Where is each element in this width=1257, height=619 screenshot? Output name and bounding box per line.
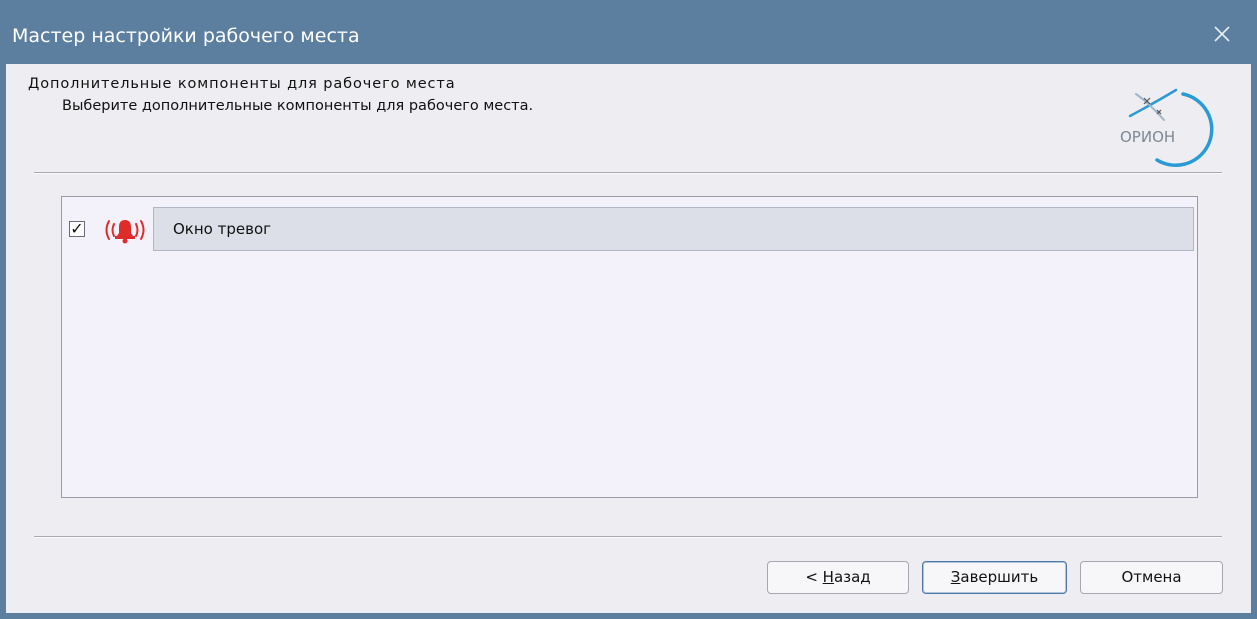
title-bar[interactable]: Мастер настройки рабочего места <box>0 0 1257 70</box>
orion-logo: ОРИОН <box>1120 88 1214 168</box>
wizard-window: Мастер настройки рабочего места Дополнит… <box>0 0 1257 619</box>
cancel-button[interactable]: Отмена <box>1080 561 1223 594</box>
components-list[interactable]: ✓ Окно тревог <box>61 196 1198 498</box>
list-item-label: Окно тревог <box>173 220 272 238</box>
alarm-bell-icon <box>105 220 145 244</box>
window-title: Мастер настройки рабочего места <box>12 25 360 47</box>
checkmark: ✓ <box>70 219 84 238</box>
header-separator <box>34 172 1222 174</box>
close-icon[interactable] <box>1208 20 1236 48</box>
page-heading: Дополнительные компоненты для рабочего м… <box>28 76 456 92</box>
finish-button[interactable]: Завершить <box>922 561 1067 594</box>
footer-separator <box>34 536 1222 538</box>
list-item-row[interactable]: Окно тревог <box>153 207 1194 251</box>
component-checkbox[interactable]: ✓ <box>69 221 85 237</box>
page-description: Выберите дополнительные компоненты для р… <box>62 98 534 114</box>
list-item[interactable]: ✓ Окно тревог <box>62 205 1197 253</box>
logo-text: ОРИОН <box>1120 128 1175 146</box>
back-button[interactable]: < Назад <box>767 561 909 594</box>
